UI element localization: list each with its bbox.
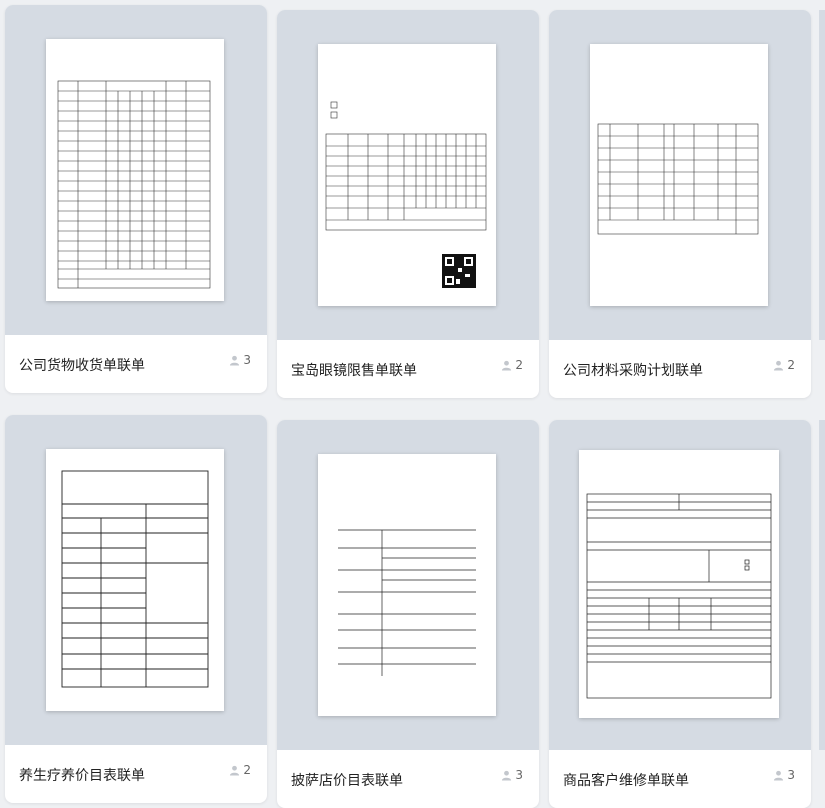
- template-preview: [5, 415, 267, 745]
- template-preview: [549, 420, 811, 750]
- user-count-value: 3: [787, 768, 795, 782]
- receipt-form-image: [46, 39, 224, 301]
- card-title[interactable]: 宝岛眼镜限售单联单: [291, 360, 417, 380]
- pizza-menu-form-drawing: [338, 529, 476, 676]
- repair-order-form-image: [579, 450, 779, 718]
- user-icon: [230, 355, 240, 366]
- template-card-5[interactable]: 披萨店价目表联单 3: [277, 420, 539, 808]
- card-title[interactable]: 披萨店价目表联单: [291, 770, 403, 790]
- template-preview: [277, 420, 539, 750]
- template-preview: [549, 10, 811, 340]
- user-count-value: 2: [787, 358, 795, 372]
- user-icon: [774, 360, 784, 371]
- user-count: 2: [501, 358, 523, 372]
- user-count: 3: [773, 768, 795, 782]
- card-title[interactable]: 养生疗养价目表联单: [19, 765, 145, 785]
- glasses-sales-form-image: [318, 44, 496, 306]
- template-card-1[interactable]: 公司货物收货单联单 3: [5, 5, 267, 393]
- user-count-value: 2: [515, 358, 523, 372]
- user-count: 3: [229, 353, 251, 367]
- card-title[interactable]: 公司货物收货单联单: [19, 355, 145, 375]
- purchase-plan-form-drawing: [597, 123, 759, 235]
- card-title[interactable]: 商品客户维修单联单: [563, 770, 689, 790]
- template-card-4[interactable]: 养生疗养价目表联单 2: [5, 415, 267, 803]
- user-count-value: 2: [243, 763, 251, 777]
- purchase-plan-form-image: [590, 44, 768, 306]
- user-count-value: 3: [243, 353, 251, 367]
- template-preview: [5, 5, 267, 335]
- user-icon: [502, 360, 512, 371]
- user-count-value: 3: [515, 768, 523, 782]
- user-count: 3: [501, 768, 523, 782]
- user-icon: [774, 770, 784, 781]
- glasses-sales-form-drawing: [325, 101, 487, 288]
- template-preview: [277, 10, 539, 340]
- template-card-3[interactable]: 公司材料采购计划联单 2: [549, 10, 811, 398]
- repair-order-form-drawing: [586, 493, 772, 699]
- user-icon: [502, 770, 512, 781]
- spa-price-list-image: [46, 449, 224, 711]
- template-card-6[interactable]: 商品客户维修单联单 3: [549, 420, 811, 808]
- spa-price-list-drawing: [61, 470, 209, 688]
- next-card-edge-bottom: [819, 420, 825, 750]
- user-count: 2: [229, 763, 251, 777]
- next-card-edge-top: [819, 10, 825, 340]
- card-title[interactable]: 公司材料采购计划联单: [563, 360, 703, 380]
- receipt-form-drawing: [52, 67, 211, 289]
- user-count: 2: [773, 358, 795, 372]
- user-icon: [230, 765, 240, 776]
- template-card-2[interactable]: 宝岛眼镜限售单联单 2: [277, 10, 539, 398]
- pizza-menu-form-image: [318, 454, 496, 716]
